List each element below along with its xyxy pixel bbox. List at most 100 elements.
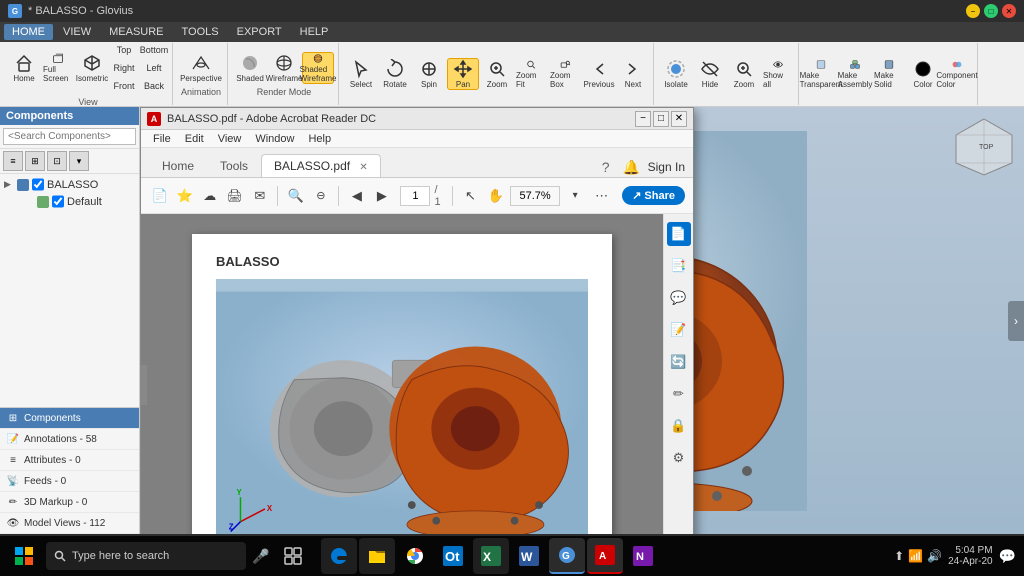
notification-button[interactable]: 💬 [999, 548, 1016, 565]
menu-home[interactable]: HOME [4, 24, 53, 40]
pdf-panel-icon-1[interactable]: 📄 [667, 222, 691, 246]
home-view-button[interactable]: Home [8, 52, 40, 84]
component-search[interactable] [3, 128, 136, 145]
model-views-tab[interactable]: 👁 Model Views - 112 [0, 513, 139, 534]
pdf-panel-icon-2[interactable]: 📑 [667, 254, 691, 278]
pdf-prev-page-icon[interactable]: ◀ [346, 184, 367, 208]
taskbar-acrobat-icon[interactable]: A [587, 538, 623, 574]
pdf-close-button[interactable]: ✕ [671, 111, 687, 127]
menu-export[interactable]: EXPORT [229, 24, 290, 40]
pdf-zoom-out-icon[interactable]: ⊖ [310, 184, 331, 208]
tree-root[interactable]: ▶ BALASSO [2, 176, 137, 193]
clock[interactable]: 5:04 PM 24-Apr-20 [948, 545, 992, 567]
pdf-zoom-dropdown-icon[interactable]: ▾ [563, 184, 587, 208]
fullscreen-button[interactable]: Full Screen [42, 52, 74, 84]
pdf-panel-icon-8[interactable]: ⚙ [667, 446, 691, 470]
isolate-button[interactable]: Isolate [660, 58, 692, 90]
spin-button[interactable]: Spin [413, 58, 445, 90]
root-checkbox[interactable] [32, 178, 44, 191]
markup-3d-tab[interactable]: ✏ 3D Markup - 0 [0, 492, 139, 513]
pdf-zoom-in-icon[interactable]: 🔍 [285, 184, 306, 208]
pdf-panel-icon-4[interactable]: 📝 [667, 318, 691, 342]
pdf-share-button[interactable]: ↗ Share [622, 186, 685, 205]
back-view-button[interactable]: Back [140, 78, 168, 94]
left-view-button[interactable]: Left [140, 60, 168, 76]
pdf-menu-window[interactable]: Window [249, 132, 300, 146]
top-view-button[interactable]: Top [110, 42, 138, 58]
minimize-button[interactable]: − [966, 4, 980, 18]
make-solid-button[interactable]: Make Solid [873, 58, 905, 90]
menu-view[interactable]: VIEW [55, 24, 99, 40]
maximize-button[interactable]: □ [984, 4, 998, 18]
start-button[interactable] [4, 538, 44, 574]
pdf-more-options-icon[interactable]: ⋯ [591, 184, 612, 208]
component-color-button[interactable]: Component Color [941, 58, 973, 90]
pdf-bookmark-icon[interactable]: 📄 [149, 184, 170, 208]
expand-all-button[interactable]: ⊞ [25, 151, 45, 171]
taskbar-file-explorer-icon[interactable] [359, 538, 395, 574]
pdf-tab-tools[interactable]: Tools [207, 154, 261, 177]
attributes-tab[interactable]: ≡ Attributes - 0 [0, 450, 139, 471]
pdf-signin-button[interactable]: Sign In [648, 160, 685, 174]
pdf-minimize-button[interactable]: − [635, 111, 651, 127]
taskbar-search-box[interactable]: Type here to search [46, 542, 246, 570]
pdf-hand-icon[interactable]: ✋ [485, 184, 506, 208]
feeds-tab[interactable]: 📡 Feeds - 0 [0, 471, 139, 492]
pdf-restore-button[interactable]: □ [653, 111, 669, 127]
zoom-button[interactable]: Zoom [481, 58, 513, 90]
taskbar-mic-icon[interactable]: 🎤 [248, 548, 273, 565]
pdf-help-icon[interactable]: ? [596, 157, 616, 177]
front-view-button[interactable]: Front [110, 78, 138, 94]
pdf-next-page-icon[interactable]: ▶ [371, 184, 392, 208]
zoom-fit-button[interactable]: Zoom Fit [515, 58, 547, 90]
pdf-panel-icon-6[interactable]: ✏ [667, 382, 691, 406]
task-view-button[interactable] [275, 538, 311, 574]
pdf-menu-file[interactable]: File [147, 132, 177, 146]
zoom-box-button[interactable]: Zoom Box [549, 58, 581, 90]
rotate-button[interactable]: Rotate [379, 58, 411, 90]
pdf-panel-collapse-icon[interactable]: ‹ [141, 365, 147, 405]
bottom-view-button[interactable]: Bottom [140, 42, 168, 58]
view-list-button[interactable]: ≡ [3, 151, 23, 171]
shaded-wireframe-button[interactable]: Shaded Wireframe [302, 52, 334, 84]
pdf-page-area[interactable]: BALASSO [141, 214, 663, 534]
tray-icon-2[interactable]: 📶 [908, 549, 923, 563]
pdf-zoom-display[interactable]: 57.7% [510, 186, 560, 206]
taskbar-word-icon[interactable]: W [511, 538, 547, 574]
pdf-tab-balasso[interactable]: BALASSO.pdf ✕ [261, 154, 381, 177]
tray-icon-3[interactable]: 🔊 [927, 549, 942, 563]
pdf-panel-icon-3[interactable]: 💬 [667, 286, 691, 310]
previous-view-button[interactable]: Previous [583, 58, 615, 90]
pdf-bookmark-star-icon[interactable]: ⭐ [174, 184, 195, 208]
pdf-menu-help[interactable]: Help [302, 132, 337, 146]
annotations-tab[interactable]: 📝 Annotations - 58 [0, 429, 139, 450]
isometric-button[interactable]: Isometric [76, 52, 108, 84]
pdf-tab-home[interactable]: Home [149, 154, 207, 177]
pdf-panel-icon-5[interactable]: 🔄 [667, 350, 691, 374]
pdf-cloud-icon[interactable]: ☁ [199, 184, 220, 208]
pdf-notification-icon[interactable]: 🔔 [622, 157, 642, 177]
taskbar-glovius-icon[interactable]: G [549, 538, 585, 574]
hide-button[interactable]: Hide [694, 58, 726, 90]
shaded-button[interactable]: Shaded [234, 52, 266, 84]
tree-child[interactable]: ▶ Default [2, 193, 137, 210]
taskbar-onenote-icon[interactable]: N [625, 538, 661, 574]
select-button[interactable]: Select [345, 58, 377, 90]
menu-measure[interactable]: MEASURE [101, 24, 171, 40]
pdf-menu-edit[interactable]: Edit [179, 132, 210, 146]
make-assembly-button[interactable]: Make Assembly [839, 58, 871, 90]
taskbar-outlook-icon[interactable]: Ot [435, 538, 471, 574]
pdf-page-input[interactable] [400, 186, 430, 206]
pan-button[interactable]: Pan [447, 58, 479, 90]
right-view-button[interactable]: Right [110, 60, 138, 76]
nav-cube[interactable]: TOP [954, 117, 1014, 177]
perspective-button[interactable]: Perspective [179, 52, 223, 84]
next-view-button[interactable]: Next [617, 58, 649, 90]
pdf-menu-view[interactable]: View [212, 132, 248, 146]
pdf-panel-icon-7[interactable]: 🔒 [667, 414, 691, 438]
menu-tools[interactable]: TOOLS [174, 24, 227, 40]
show-all-button[interactable]: Show all [762, 58, 794, 90]
pdf-cursor-icon[interactable]: ↖ [460, 184, 481, 208]
filter-button[interactable]: ▾ [69, 151, 89, 171]
child-checkbox[interactable] [52, 195, 64, 208]
